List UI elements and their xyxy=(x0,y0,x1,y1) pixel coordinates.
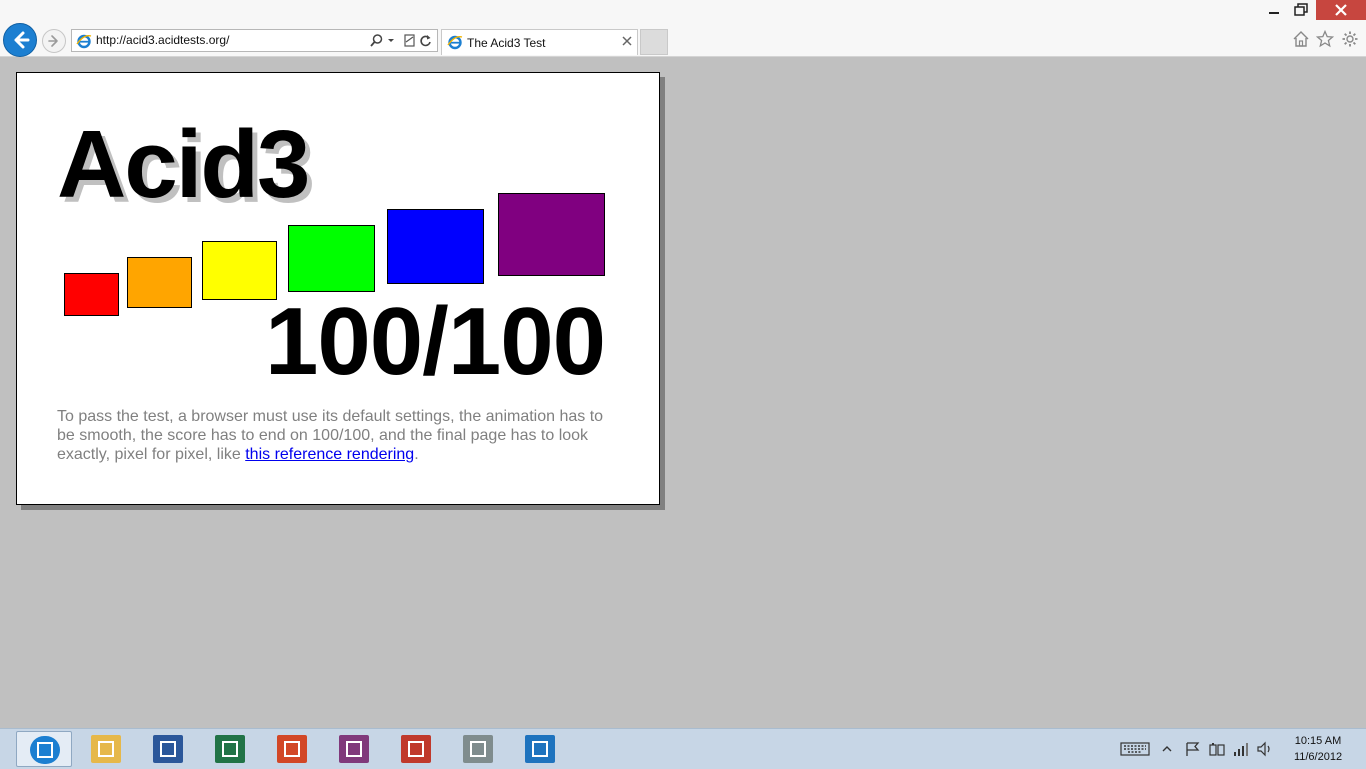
resource-monitor-icon xyxy=(463,735,493,763)
tab-title: The Acid3 Test xyxy=(467,36,546,50)
bucket-4 xyxy=(288,225,375,292)
network-signal-icon[interactable] xyxy=(1232,741,1250,757)
taskbar-app-powershell[interactable] xyxy=(512,731,568,767)
keyboard-icon[interactable] xyxy=(1120,741,1150,757)
internet-explorer-icon xyxy=(30,736,60,764)
onenote-icon xyxy=(339,735,369,763)
refresh-icon[interactable] xyxy=(418,33,433,48)
address-bar[interactable]: http://acid3.acidtests.org/ xyxy=(71,29,438,52)
arrow-left-icon xyxy=(14,31,30,49)
search-icon[interactable] xyxy=(369,33,384,48)
close-icon xyxy=(1335,4,1347,16)
restore-button[interactable] xyxy=(1289,0,1313,20)
speaker-icon[interactable] xyxy=(1256,741,1274,757)
system-clock[interactable]: 10:15 AM 11/6/2012 xyxy=(1280,733,1356,765)
restore-icon xyxy=(1294,3,1308,16)
home-icon[interactable] xyxy=(1292,30,1310,48)
close-window-button[interactable] xyxy=(1316,0,1366,20)
acid3-test-box: Acid3 100/100 To pass the test, a browse… xyxy=(16,72,660,505)
powershell-icon xyxy=(525,735,555,763)
browser-chrome: http://acid3.acidtests.org/ The Acid3 Te… xyxy=(0,0,1366,57)
power-icon[interactable] xyxy=(1208,741,1226,757)
powerpoint-icon xyxy=(277,735,307,763)
taskbar-app-file-explorer[interactable] xyxy=(78,731,134,767)
bucket-6 xyxy=(498,193,605,276)
instructions-text: To pass the test, a browser must use its… xyxy=(57,407,617,464)
clock-time: 10:15 AM xyxy=(1294,735,1342,747)
taskbar-app-internet-explorer[interactable] xyxy=(16,731,72,767)
back-button[interactable] xyxy=(3,23,37,57)
excel-icon xyxy=(215,735,245,763)
arrow-right-icon xyxy=(48,35,58,47)
forward-button[interactable] xyxy=(42,29,66,53)
new-tab-button[interactable] xyxy=(640,29,668,55)
favorites-star-icon[interactable] xyxy=(1316,30,1334,48)
page-title: Acid3 xyxy=(57,111,310,218)
dropdown-arrow-icon[interactable] xyxy=(386,33,396,48)
ie-favicon-icon xyxy=(76,34,92,49)
tab-acid3[interactable]: The Acid3 Test xyxy=(441,29,638,55)
ie-favicon-icon xyxy=(447,35,463,50)
compatibility-view-icon[interactable] xyxy=(402,33,417,48)
taskbar-app-word[interactable] xyxy=(140,731,196,767)
action-center-flag-icon[interactable] xyxy=(1184,741,1202,757)
close-tab-icon[interactable] xyxy=(620,34,634,48)
score-display: 100/100 xyxy=(265,288,606,395)
bucket-2 xyxy=(127,257,192,308)
gear-icon[interactable] xyxy=(1341,30,1359,48)
word-icon xyxy=(153,735,183,763)
taskbar-app-powerpoint[interactable] xyxy=(264,731,320,767)
show-hidden-icons-icon[interactable] xyxy=(1160,741,1174,757)
bucket-5 xyxy=(387,209,484,284)
reference-rendering-link[interactable]: this reference rendering xyxy=(245,446,414,463)
bucket-1 xyxy=(64,273,119,316)
file-explorer-icon xyxy=(91,735,121,763)
taskbar-app-snipping-tool[interactable] xyxy=(388,731,444,767)
snipping-tool-icon xyxy=(401,735,431,763)
minimize-button[interactable] xyxy=(1262,0,1286,20)
address-url: http://acid3.acidtests.org/ xyxy=(96,33,230,47)
minimize-icon xyxy=(1269,12,1279,14)
notice-end: . xyxy=(414,446,419,463)
taskbar-app-resource-monitor[interactable] xyxy=(450,731,506,767)
taskbar-app-excel[interactable] xyxy=(202,731,258,767)
clock-date: 11/6/2012 xyxy=(1293,751,1343,763)
taskbar-app-onenote[interactable] xyxy=(326,731,382,767)
